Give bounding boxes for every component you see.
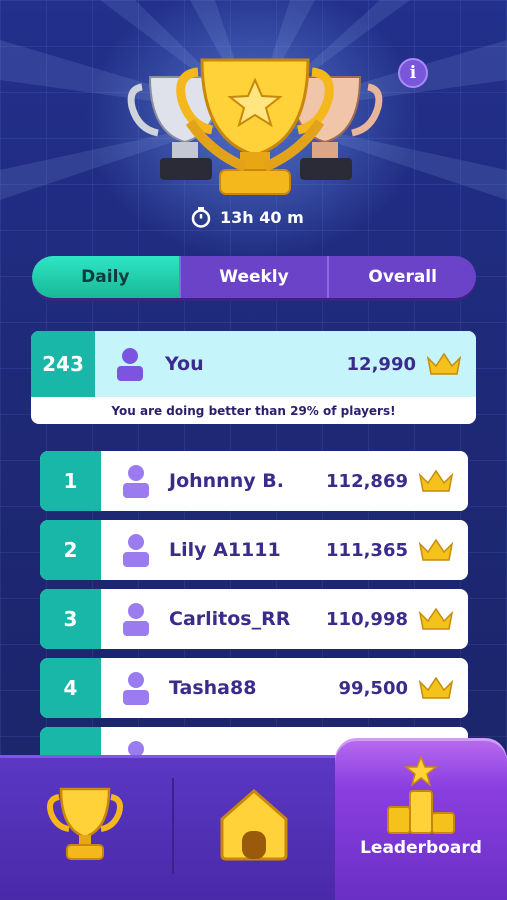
leaderboard-row[interactable]: 2 Lily A1111 111,365 xyxy=(40,520,468,580)
timer-text: 13h 40 m xyxy=(220,207,304,227)
row-rank: 2 xyxy=(40,520,101,580)
avatar-icon xyxy=(123,465,149,498)
nav-divider xyxy=(172,778,174,874)
trophies-icon xyxy=(127,58,383,195)
row-score: 111,365 xyxy=(326,539,408,561)
row-rank: 1 xyxy=(40,451,101,511)
trophy-header: i 13h 40 m xyxy=(0,0,507,240)
avatar-icon xyxy=(117,348,143,381)
leaderboard-row[interactable]: 3 Carlitos_RR 110,998 xyxy=(40,589,468,649)
avatar-icon xyxy=(123,603,149,636)
percentile-message: You are doing better than 29% of players… xyxy=(111,403,396,418)
info-button[interactable]: i xyxy=(398,58,428,88)
tab-daily[interactable]: Daily xyxy=(32,256,181,298)
tab-weekly[interactable]: Weekly xyxy=(181,256,330,298)
row-name: Lily A1111 xyxy=(169,539,281,561)
player-name: You xyxy=(165,353,204,375)
nav-leaderboard-label: Leaderboard xyxy=(360,838,482,858)
avatar-icon xyxy=(123,534,149,567)
crown-icon xyxy=(418,676,454,699)
podium-icon xyxy=(387,755,455,834)
period-tabs: Daily Weekly Overall xyxy=(32,256,476,298)
tab-overall[interactable]: Overall xyxy=(329,256,476,298)
row-name: Johnnny B. xyxy=(169,470,284,492)
row-score: 112,869 xyxy=(326,470,408,492)
row-rank: 4 xyxy=(40,658,101,718)
countdown-timer: 13h 40 m xyxy=(190,204,304,230)
crown-icon xyxy=(418,469,454,492)
leaderboard-row[interactable]: 4 Tasha88 99,500 xyxy=(40,658,468,718)
current-player-row: 243 You 12,990 xyxy=(31,331,476,397)
current-player-card: 243 You 12,990 You are doing better than… xyxy=(31,331,476,424)
row-rank: 3 xyxy=(40,589,101,649)
player-score: 12,990 xyxy=(346,353,416,375)
crown-icon xyxy=(418,607,454,630)
crown-icon xyxy=(418,538,454,561)
avatar-icon xyxy=(123,672,149,705)
player-rank: 243 xyxy=(31,331,95,397)
row-score: 110,998 xyxy=(326,608,408,630)
crown-icon xyxy=(426,352,462,375)
home-icon[interactable] xyxy=(218,785,290,861)
row-name: Tasha88 xyxy=(169,677,257,699)
stopwatch-icon xyxy=(191,207,211,228)
trophy-icon[interactable] xyxy=(45,785,125,861)
row-name: Carlitos_RR xyxy=(169,608,291,630)
leaderboard-row[interactable]: 1 Johnnny B. 112,869 xyxy=(40,451,468,511)
row-score: 99,500 xyxy=(338,677,408,699)
